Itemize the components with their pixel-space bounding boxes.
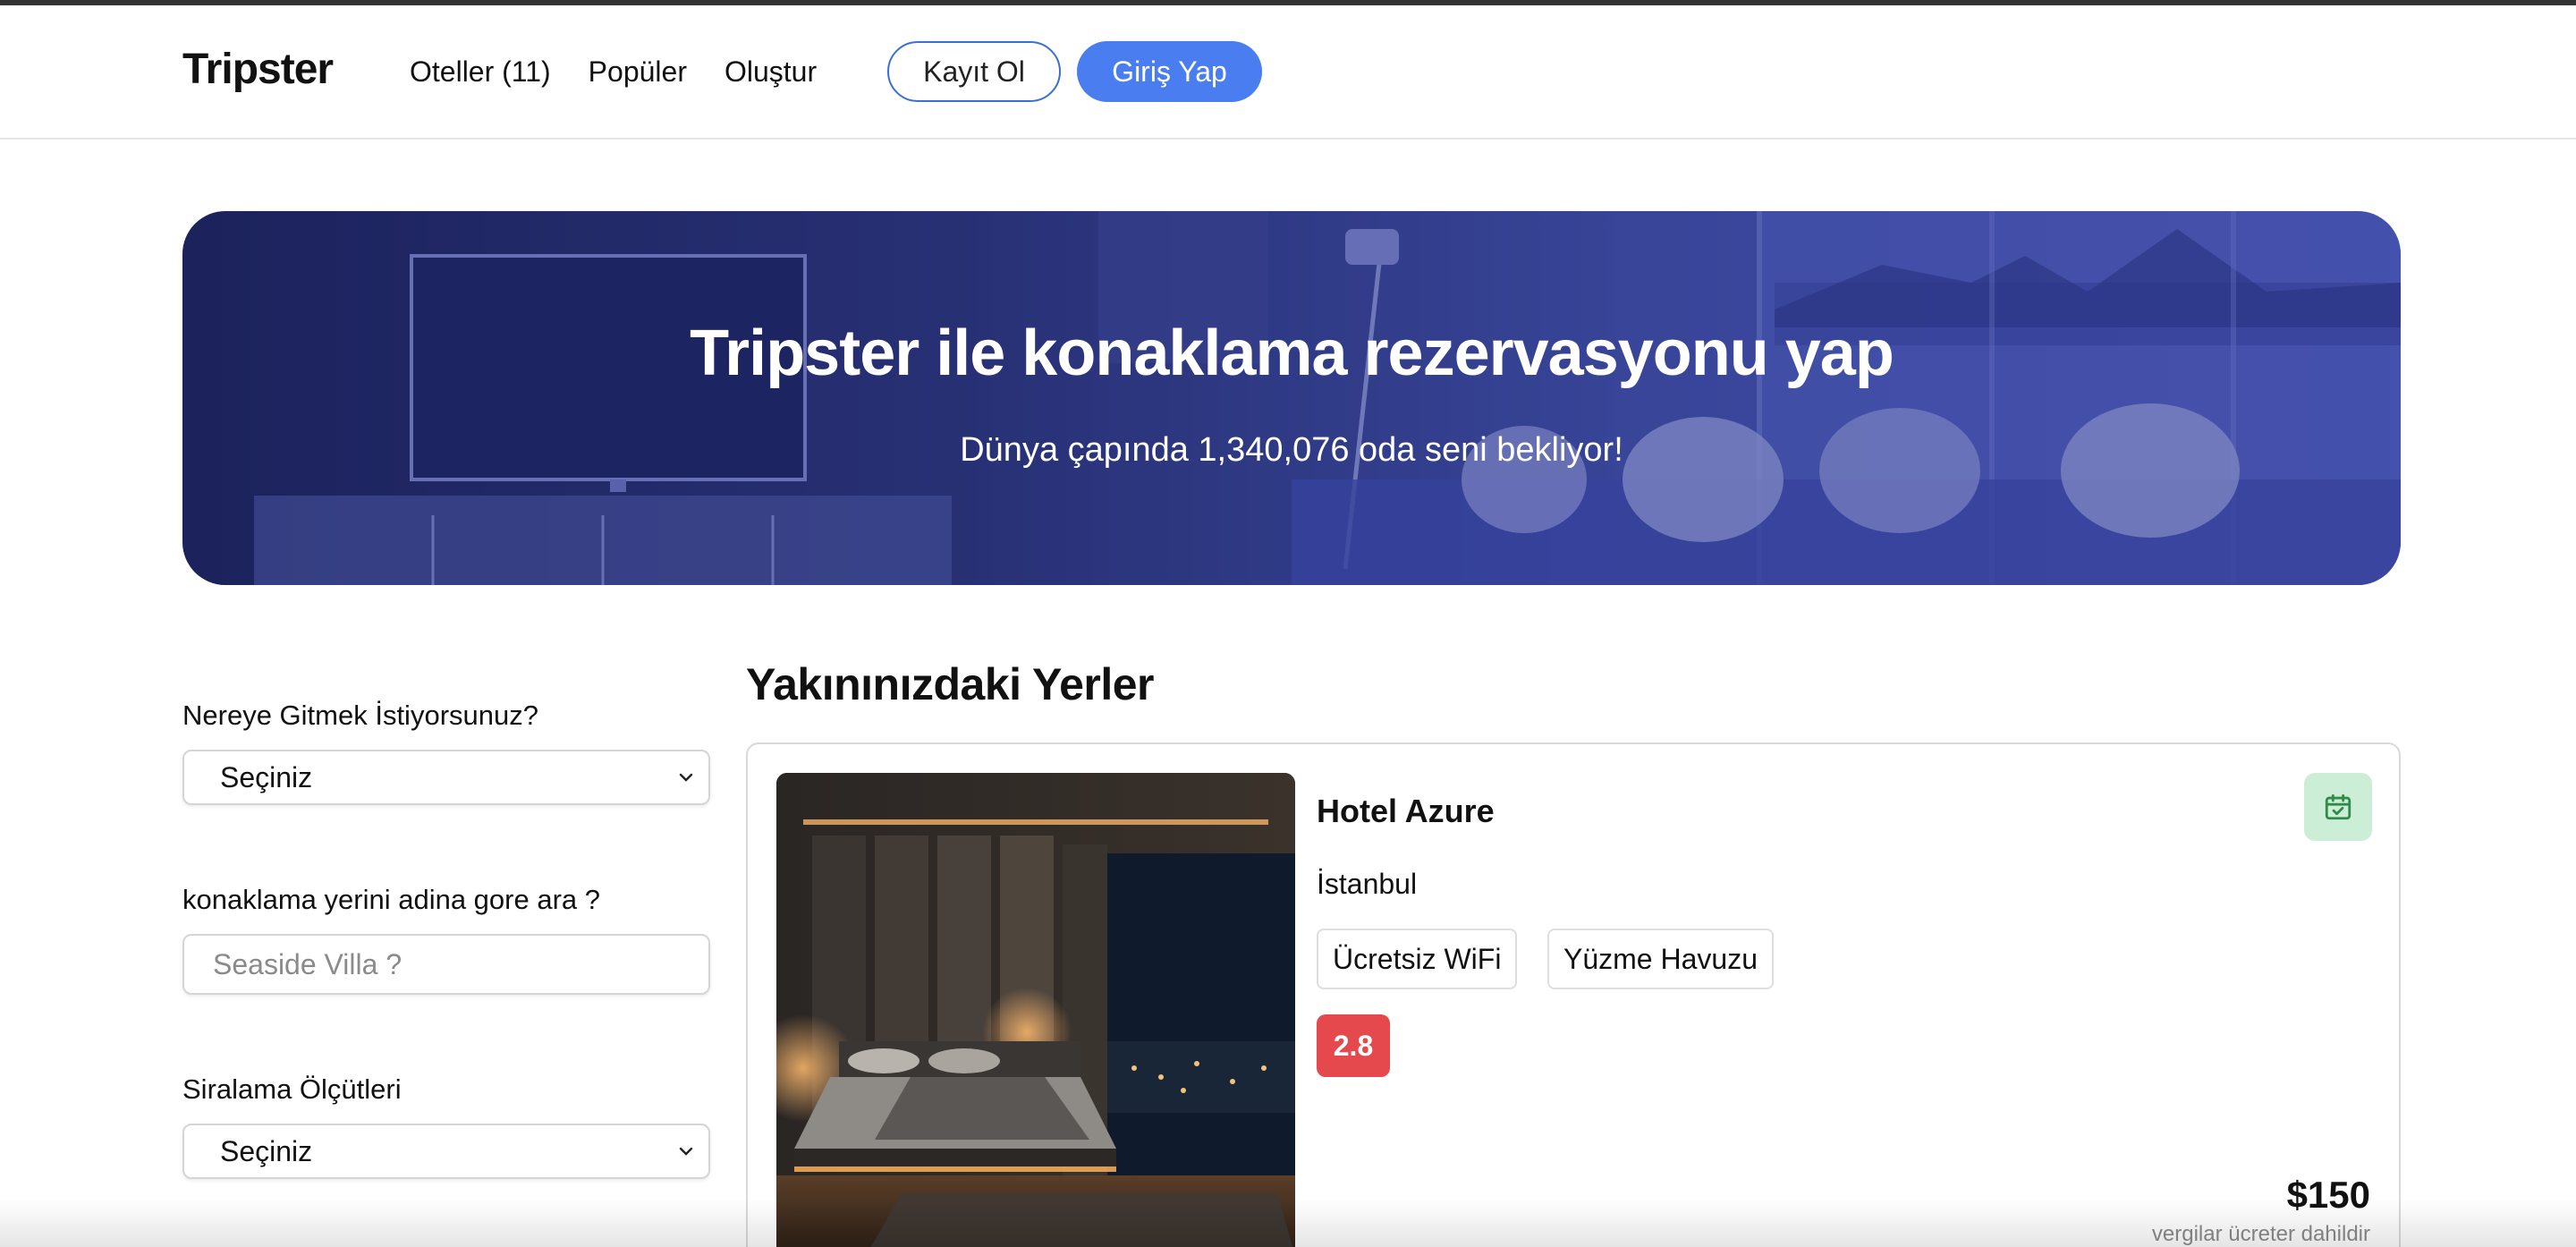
- calendar-check-icon: [2325, 793, 2351, 820]
- amenity-badge: Yüzme Havuzu: [1547, 929, 1774, 989]
- hotel-image[interactable]: [776, 773, 1295, 1247]
- hero-banner: Tripster ile konaklama rezervasyonu yap …: [182, 211, 2401, 585]
- hotel-price: $150: [2286, 1174, 2370, 1216]
- nav-link-popular[interactable]: Popüler: [589, 55, 687, 89]
- sort-select[interactable]: Seçiniz: [182, 1124, 710, 1179]
- destination-label: Nereye Gitmek İstiyorsunuz?: [182, 700, 538, 731]
- hero-background-image: [182, 211, 2401, 585]
- nearby-places-title: Yakınınızdaki Yerler: [746, 659, 1155, 709]
- brand-logo[interactable]: Tripster: [182, 45, 334, 94]
- main-nav: Oteller (11) Popüler Oluştur: [410, 55, 817, 89]
- register-button[interactable]: Kayıt Ol: [887, 41, 1061, 102]
- destination-select[interactable]: Seçiniz: [182, 750, 710, 805]
- hotel-name[interactable]: Hotel Azure: [1317, 793, 1495, 830]
- hero-title: Tripster ile konaklama rezervasyonu yap: [690, 318, 1894, 389]
- destination-select-value: Seçiniz: [220, 760, 313, 793]
- sort-label: Siralama Ölçütleri: [182, 1073, 402, 1105]
- book-calendar-button[interactable]: [2304, 773, 2372, 841]
- chevron-down-icon: [679, 773, 693, 782]
- search-label: konaklama yerini adina gore ara ?: [182, 884, 600, 915]
- header: Tripster Oteller (11) Popüler Oluştur Ka…: [0, 5, 2576, 140]
- hotel-city: İstanbul: [1317, 868, 1418, 900]
- hotel-search-input[interactable]: [182, 934, 710, 995]
- nav-link-create[interactable]: Oluştur: [724, 55, 817, 89]
- hotel-card[interactable]: Hotel Azure İstanbul Ücretsiz WiFi Yüzme…: [746, 742, 2401, 1247]
- chevron-down-icon: [679, 1147, 693, 1156]
- price-tax-note: vergilar ücreter dahildir: [2151, 1222, 2370, 1246]
- rating-badge: 2.8: [1317, 1014, 1390, 1077]
- amenity-badge: Ücretsiz WiFi: [1317, 929, 1518, 989]
- login-button[interactable]: Giriş Yap: [1077, 41, 1262, 102]
- hero-subtitle: Dünya çapında 1,340,076 oda seni bekliyo…: [960, 431, 1623, 469]
- nav-link-hotels[interactable]: Oteller (11): [410, 55, 551, 89]
- sort-select-value: Seçiniz: [220, 1134, 313, 1167]
